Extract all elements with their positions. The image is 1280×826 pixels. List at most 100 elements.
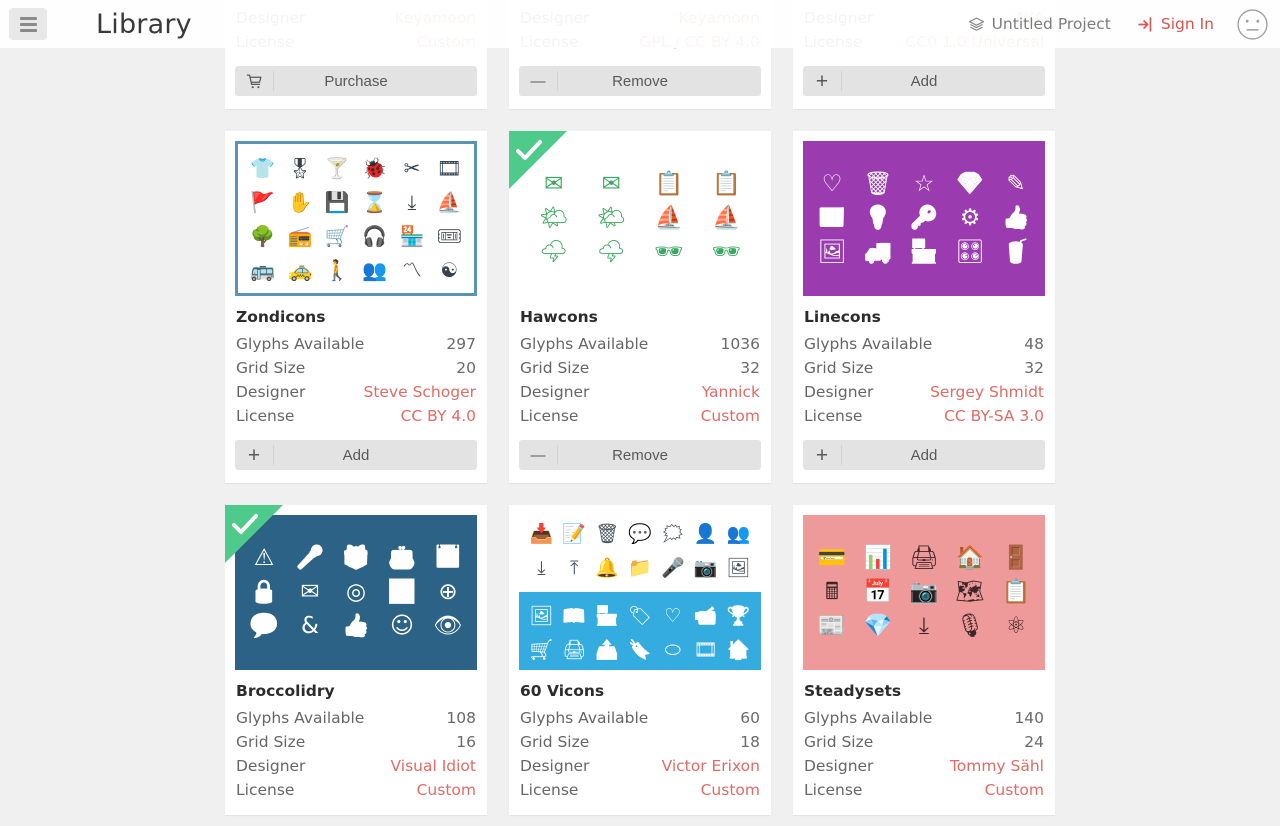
- preview-glyph: ♡: [821, 171, 843, 198]
- preview-glyph: ⊕: [438, 579, 458, 606]
- preview-glyph: 📊: [863, 545, 893, 572]
- preview-glyph: 👥: [362, 257, 388, 282]
- preview-glyph: 📻: [287, 223, 313, 248]
- license-value: CC BY 4.0: [400, 407, 476, 426]
- header-actions: Untitled Project Sign In: [968, 8, 1280, 41]
- icon-row: 🖼 🚚 🏪 🎛 🥤: [803, 239, 1045, 266]
- preview-glyph: ☺: [390, 613, 414, 640]
- preview-glyph: 🎖: [287, 155, 313, 180]
- icon-set-card[interactable]: ⚠ 🎤 🎁 👛 📅 🔒 ✉ ◎ 📈 ⊕ 💬 & 👍 ☺ 👁 Broccolidry Glyphs Availab…: [225, 505, 487, 816]
- designer-label: Designer: [804, 383, 874, 402]
- icon-set-card[interactable]: ✉ ✉ 📋 📋 🌤 🌤 ⛵ ⛵ 🌩 🌩 🕶 🕶 Hawcons Glyphs Available 1036 G…: [509, 131, 771, 484]
- grid-size-value: 24: [1024, 733, 1044, 752]
- preview-glyph: 👍: [1001, 205, 1031, 232]
- preview-glyph: 🍸: [324, 155, 350, 180]
- preview-glyph: ⌛: [362, 189, 388, 214]
- preview-glyph: 🕶: [711, 239, 741, 266]
- add-button[interactable]: + Add: [803, 66, 1045, 97]
- icon-preview[interactable]: 💳 📊 🖨 🏠 🚪 🖩 📅 📷 🗺 📋 📰 💎 ⤓ 🎙 ⚛: [803, 515, 1045, 671]
- preview-glyph: ⤓: [918, 613, 930, 640]
- icon-set-card[interactable]: 📥 📝 🗑 💬 🗯 👤 👥 ⤓ ⤒ 🔔 📁 🎤 📷 🖼 🖼 📖 🏪 🏷 ♡ 📹 🏆 🛒 🖨 📤 🔖 ⬭ 🎞 🏠 60 Vicons Gly…: [509, 505, 771, 816]
- preview-glyph: 🌩: [596, 239, 626, 266]
- purchase-button[interactable]: Purchase: [235, 66, 477, 97]
- icon-preview[interactable]: 📥 📝 🗑 💬 🗯 👤 👥 ⤓ ⤒ 🔔 📁 🎤 📷 🖼 🖼 📖 🏪 🏷 ♡ 📹 🏆 🛒 🖨 📤 🔖 ⬭ 🎞 🏠: [519, 515, 761, 671]
- meta-row: License CC BY 4.0: [235, 404, 477, 428]
- designer-label: Designer: [236, 757, 306, 776]
- preview-glyph: 🖼: [726, 557, 751, 580]
- preview-glyph: 📷: [909, 579, 939, 606]
- icon-preview[interactable]: ♡ 🗑 ☆ 💎 ✎ 📰 💡 🔑 ⚙ 👍 🖼 🚚 🏪 🎛 🥤: [803, 141, 1045, 297]
- preview-glyph: 🗺: [955, 579, 985, 606]
- preview-glyph: 🔑: [909, 205, 939, 232]
- card-title: Linecons: [804, 308, 881, 327]
- license-label: License: [804, 407, 863, 426]
- project-name: Untitled Project: [991, 15, 1111, 33]
- preview-glyph: ⛵: [436, 189, 462, 214]
- preview-glyph: 🥤: [1001, 239, 1031, 266]
- preview-glyph: 🌤: [539, 205, 569, 232]
- preview-glyph: 🕶: [654, 239, 684, 266]
- preview-glyph: ⛵: [654, 205, 684, 232]
- icon-row: 💬 & 👍 ☺ 👁: [235, 613, 477, 640]
- grid-size-label: Grid Size: [804, 733, 874, 752]
- grid-size-value: 16: [456, 733, 476, 752]
- preview-glyph: 🏪: [595, 605, 619, 628]
- preview-glyph: ⛵: [711, 205, 741, 232]
- plus-icon: +: [247, 443, 261, 467]
- minus-icon: —: [530, 72, 546, 90]
- preview-glyph: 📅: [433, 545, 463, 572]
- preview-glyph: 👛: [387, 545, 417, 572]
- icon-row: 🚌 🚕 🚶 👥 〽 ☯: [238, 256, 474, 283]
- library-scroll-area[interactable]: Glyphs Available950Grid Size16DesignerKe…: [0, 0, 1280, 826]
- preview-glyph: ⬭: [664, 639, 681, 662]
- preview-glyph: 🎙: [955, 613, 985, 640]
- icon-row: 📰 💎 ⤓ 🎙 ⚛: [803, 613, 1045, 640]
- card-title: Zondicons: [236, 308, 326, 327]
- meta-row: Grid Size 32: [519, 356, 761, 380]
- meta-row: License Custom: [519, 778, 761, 802]
- button-divider: [557, 445, 558, 466]
- add-button[interactable]: + Add: [803, 440, 1045, 471]
- preview-glyph: 🎤: [295, 545, 325, 572]
- preview-glyph: 🛒: [529, 639, 554, 662]
- neutral-face-icon[interactable]: [1236, 8, 1269, 41]
- meta-row: License Custom: [519, 404, 761, 428]
- preview-glyph: 💬: [249, 613, 279, 640]
- glyphs-value: 140: [1014, 709, 1044, 728]
- checkmark-icon: [516, 140, 542, 161]
- icon-row: 💳 📊 🖨 🏠 🚪: [803, 545, 1045, 572]
- preview-glyph: 🎁: [341, 545, 371, 572]
- icon-preview-rows: ♡ 🗑 ☆ 💎 ✎ 📰 💡 🔑 ⚙ 👍 🖼 🚚 🏪 🎛 🥤: [803, 171, 1045, 266]
- preview-glyph: ✋: [287, 189, 313, 214]
- designer-label: Designer: [804, 757, 874, 776]
- preview-glyph: 🏪: [399, 223, 425, 248]
- icon-set-card[interactable]: ♡ 🗑 ☆ 💎 ✎ 📰 💡 🔑 ⚙ 👍 🖼 🚚 🏪 🎛 🥤 Linecons Glyphs Available 4…: [793, 131, 1055, 484]
- preview-glyph: 🚪: [1001, 545, 1031, 572]
- icon-set-card[interactable]: 💳 📊 🖨 🏠 🚪 🖩 📅 📷 🗺 📋 📰 💎 ⤓ 🎙 ⚛ Steadysets Glyphs Availabl…: [793, 505, 1055, 816]
- hamburger-menu-button[interactable]: [9, 8, 47, 40]
- project-selector[interactable]: Untitled Project: [968, 15, 1111, 33]
- meta-row: Glyphs Available 1036: [519, 332, 761, 356]
- card-title: Steadysets: [804, 682, 902, 701]
- grid-size-label: Grid Size: [520, 733, 590, 752]
- icon-preview-top: 📥 📝 🗑 💬 🗯 👤 👥 ⤓ ⤒ 🔔 📁 🎤 📷 🖼: [519, 515, 761, 592]
- icon-row: 🛒 🖨 📤 🔖 ⬭ 🎞 🏠: [519, 637, 761, 664]
- preview-glyph: 🗯: [660, 523, 685, 546]
- designer-value: Sergey Shmidt: [930, 383, 1044, 402]
- remove-button[interactable]: — Remove: [519, 66, 761, 97]
- preview-glyph: ☆: [913, 171, 935, 198]
- preview-glyph: 📥: [529, 523, 554, 546]
- preview-glyph: 🏷: [627, 605, 653, 628]
- add-button[interactable]: + Add: [235, 440, 477, 471]
- remove-button[interactable]: — Remove: [519, 440, 761, 471]
- icon-set-grid: Glyphs Available950Grid Size16DesignerKe…: [225, 0, 1055, 816]
- preview-glyph: 📷: [693, 557, 718, 580]
- preview-glyph: 🏆: [726, 605, 751, 628]
- sign-in-label: Sign In: [1160, 15, 1214, 33]
- preview-glyph: 💬: [628, 523, 652, 546]
- preview-glyph: 🚩: [250, 189, 276, 214]
- icon-set-card[interactable]: 👕 🎖 🍸 🐞 ✂ 🎞 🚩 ✋ 💾 ⌛ ⤓ ⛵ 🌳 📻 🛒 🎧 🏪 🎟 🚌 🚕 🚶 👥 〽 ☯ Zondicons Glyphs …: [225, 131, 487, 484]
- icon-preview[interactable]: 👕 🎖 🍸 🐞 ✂ 🎞 🚩 ✋ 💾 ⌛ ⤓ ⛵ 🌳 📻 🛒 🎧 🏪 🎟 🚌 🚕 🚶 👥 〽 ☯: [235, 141, 477, 297]
- designer-value: Victor Erixon: [661, 757, 760, 776]
- sign-in-button[interactable]: Sign In: [1137, 15, 1214, 33]
